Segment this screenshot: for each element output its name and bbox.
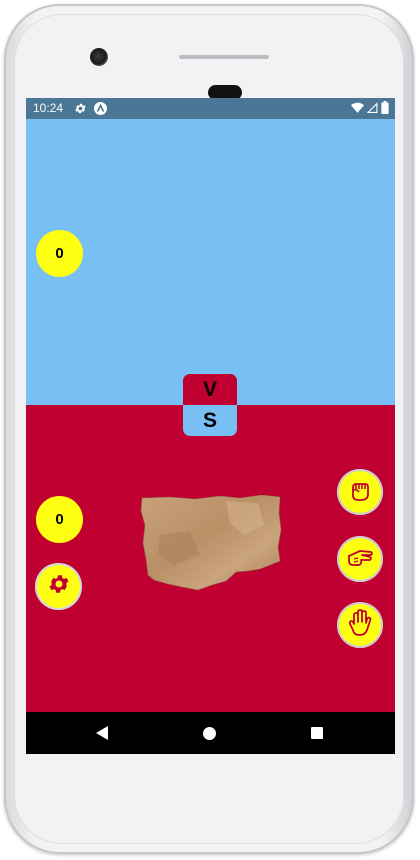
battery-icon xyxy=(381,101,389,114)
home-icon[interactable] xyxy=(203,727,216,740)
status-icons xyxy=(351,101,389,114)
vs-letter-s: S xyxy=(183,405,237,436)
scissors-hand-icon xyxy=(345,543,375,576)
paper-sheet-image xyxy=(140,494,282,593)
status-time: 10:24 xyxy=(33,101,64,115)
wifi-icon xyxy=(351,102,364,113)
opponent-score: 0 xyxy=(36,230,83,277)
navigation-bar xyxy=(26,712,395,754)
front-camera xyxy=(90,48,108,66)
vs-letter-v: V xyxy=(183,374,237,405)
settings-button[interactable] xyxy=(35,563,82,610)
app-badge-icon xyxy=(94,102,107,115)
vs-badge: V S xyxy=(183,374,237,436)
open-hand-icon xyxy=(346,608,374,643)
fist-icon xyxy=(346,476,374,509)
back-icon[interactable] xyxy=(96,726,108,745)
settings-gear-icon xyxy=(74,102,87,118)
recents-icon[interactable] xyxy=(311,727,323,739)
speaker-grill xyxy=(179,55,269,59)
paper-button[interactable] xyxy=(337,602,383,648)
signal-icon xyxy=(367,101,378,113)
phone-screen: 10:24 0 V S 0 xyxy=(26,98,395,754)
player-score: 0 xyxy=(36,496,83,543)
gear-icon xyxy=(47,572,71,601)
rock-button[interactable] xyxy=(337,469,383,515)
scissors-button[interactable] xyxy=(337,536,383,582)
status-bar: 10:24 xyxy=(26,98,395,119)
